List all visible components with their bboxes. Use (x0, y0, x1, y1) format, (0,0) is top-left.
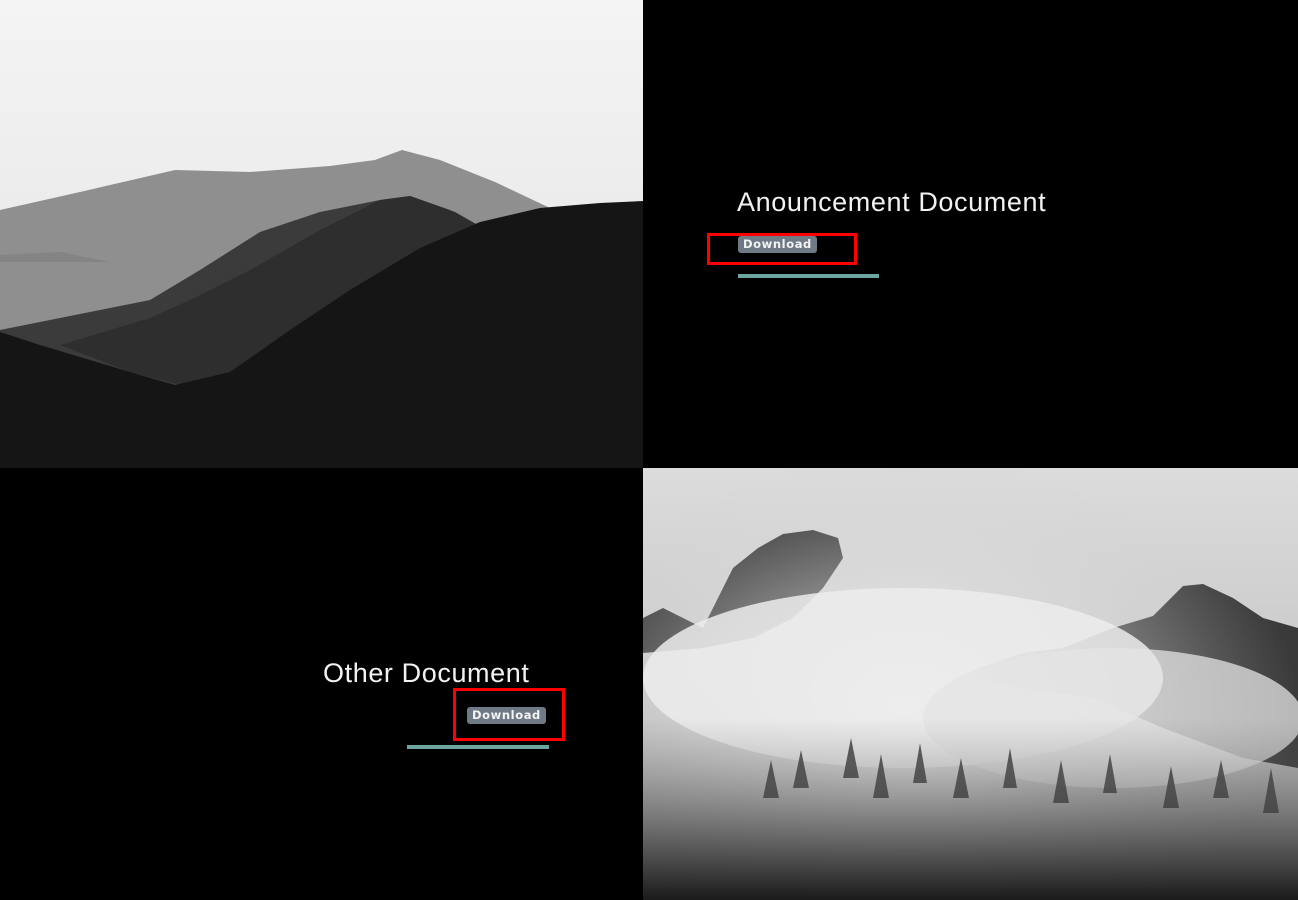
announcement-accent-bar (738, 274, 879, 278)
announcement-document-title: Anouncement Document (737, 187, 1047, 217)
document-grid: Anouncement Document Download Other Docu… (0, 0, 1298, 900)
other-download-highlight (453, 688, 565, 741)
announcement-download-highlight (707, 233, 857, 265)
other-document-section: Other Document Download (0, 468, 643, 900)
mountain-silhouette-graphic (0, 0, 643, 468)
misty-mountain-graphic (643, 468, 1298, 900)
other-accent-bar (407, 745, 549, 749)
other-document-title: Other Document (323, 658, 530, 688)
misty-mountain-image (643, 468, 1298, 900)
announcement-document-section: Anouncement Document Download (643, 0, 1298, 468)
mountain-silhouette-image (0, 0, 643, 468)
